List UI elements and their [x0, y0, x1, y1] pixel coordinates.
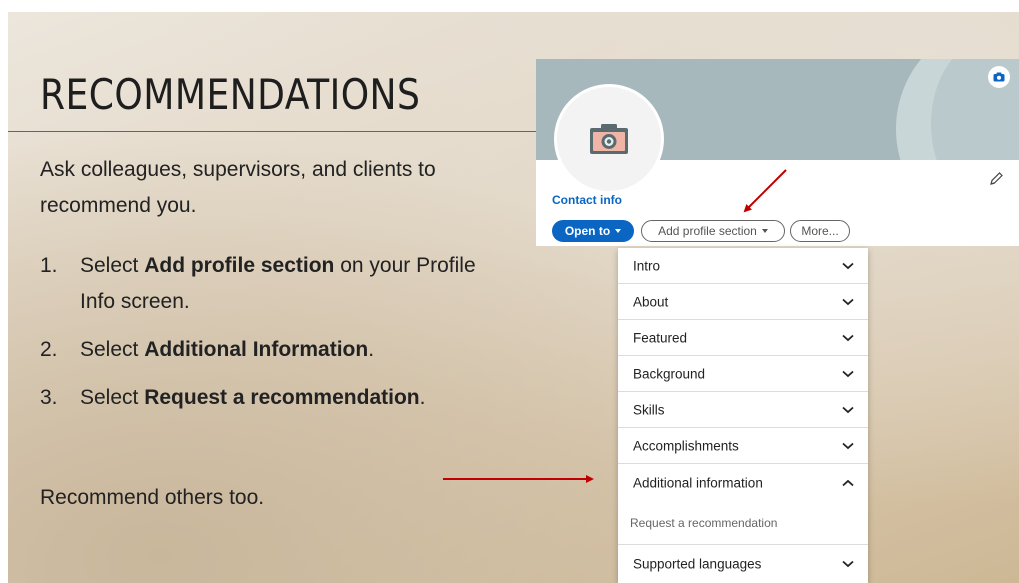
outro-text: Recommend others too. [40, 486, 265, 509]
step-number: 2. [40, 338, 58, 361]
title-divider [8, 131, 536, 132]
chevron-down-icon [842, 406, 854, 413]
menu-subitem-label: Request a recommendation [630, 515, 778, 530]
chevron-down-icon [842, 298, 854, 305]
add-profile-section-label: Add profile section [658, 224, 757, 238]
menu-item-label: Accomplishments [633, 438, 739, 453]
open-to-label: Open to [564, 224, 611, 238]
caret-down-icon [761, 229, 768, 233]
step-item: 3. Select Request a recommendation. [40, 380, 480, 416]
chevron-down-icon [842, 262, 854, 269]
profile-card: Contact info Open to Add profile section… [536, 59, 1019, 246]
step-emphasis: Add profile section [144, 254, 335, 277]
menu-item-additional-information[interactable]: Additional information [618, 464, 868, 501]
step-text: Select [80, 386, 145, 409]
caret-down-icon [615, 229, 622, 233]
cover-camera-icon[interactable] [988, 66, 1010, 88]
menu-item-about[interactable]: About [618, 284, 868, 320]
camera-icon [590, 124, 628, 154]
step-number: 3. [40, 386, 58, 409]
slide: RECOMMENDATIONS Ask colleagues, supervis… [8, 12, 1019, 583]
step-emphasis: Additional Information [144, 338, 369, 361]
step-item: 1. Select Add profile section on your Pr… [40, 248, 480, 320]
step-text: . [419, 386, 426, 409]
menu-item-label: Intro [633, 258, 661, 273]
menu-item-label: About [633, 294, 669, 309]
chevron-down-icon [842, 334, 854, 341]
pencil-icon[interactable] [988, 171, 1004, 187]
slide-title: RECOMMENDATIONS [40, 70, 421, 119]
menu-item-background[interactable]: Background [618, 356, 868, 392]
menu-item-accomplishments[interactable]: Accomplishments [618, 428, 868, 464]
menu-item-label: Additional information [633, 475, 763, 490]
step-text: . [368, 338, 375, 361]
chevron-up-icon [842, 479, 854, 486]
chevron-down-icon [842, 370, 854, 377]
step-text: Select [80, 254, 145, 277]
add-profile-section-button[interactable]: Add profile section [641, 220, 785, 242]
menu-item-skills[interactable]: Skills [618, 392, 868, 428]
add-section-menu: Intro About Featured Background Skills A… [618, 248, 868, 583]
menu-item-label: Background [633, 366, 706, 381]
more-label: More... [801, 224, 839, 238]
menu-item-label: Skills [633, 402, 665, 417]
avatar[interactable] [554, 84, 664, 194]
menu-subitem-request-recommendation[interactable]: Request a recommendation [618, 501, 868, 545]
chevron-down-icon [842, 442, 854, 449]
menu-item-intro[interactable]: Intro [618, 248, 868, 284]
more-button[interactable]: More... [790, 220, 850, 242]
contact-info-link[interactable]: Contact info [552, 193, 622, 207]
menu-item-featured[interactable]: Featured [618, 320, 868, 356]
menu-item-label: Featured [633, 330, 688, 345]
open-to-button[interactable]: Open to [552, 220, 634, 242]
intro-text: Ask colleagues, supervisors, and clients… [40, 158, 436, 217]
step-text: Select [80, 338, 145, 361]
step-number: 1. [40, 254, 58, 277]
menu-item-label: Supported languages [633, 556, 762, 572]
steps-list: 1. Select Add profile section on your Pr… [40, 248, 480, 428]
chevron-down-icon [842, 560, 854, 568]
step-item: 2. Select Additional Information. [40, 332, 480, 368]
step-emphasis: Request a recommendation [144, 386, 420, 409]
menu-item-supported-languages[interactable]: Supported languages [618, 545, 868, 583]
